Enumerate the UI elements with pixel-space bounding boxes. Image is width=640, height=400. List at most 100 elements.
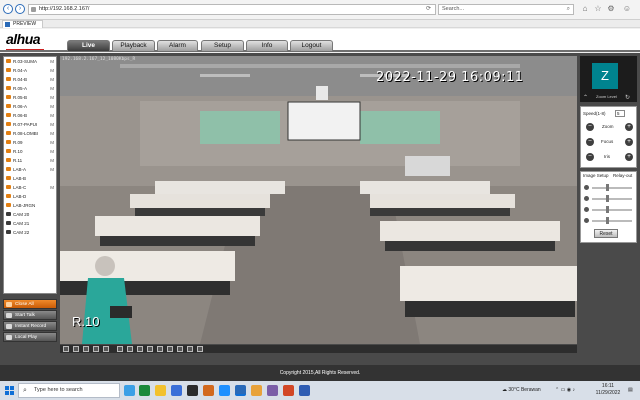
camera-list-item[interactable]: R.08-LOMBI M	[4, 129, 56, 138]
camera-list-item[interactable]: R.06-A M	[4, 102, 56, 111]
task-view-icon[interactable]	[124, 385, 135, 396]
slider-track[interactable]	[592, 220, 632, 222]
weather-widget[interactable]: ☁ 30°C Berawan	[502, 384, 541, 396]
camera-list-item[interactable]: R.09 M	[4, 138, 56, 147]
chrome-icon[interactable]	[251, 385, 262, 396]
favorites-icon[interactable]: ☆	[593, 4, 603, 14]
camera-list-item[interactable]: R.04-B M	[4, 75, 56, 84]
contrast-slider[interactable]	[583, 195, 636, 203]
smiley-icon[interactable]: ☺	[622, 4, 632, 14]
zoom-out-button[interactable]: −	[586, 123, 594, 131]
camera-list-item[interactable]: LAB-B	[4, 174, 56, 183]
mail-icon[interactable]	[187, 385, 198, 396]
layout-9-icon[interactable]	[93, 346, 99, 352]
tray-icons[interactable]: ⌃ ▭ ◉ ♪	[555, 384, 575, 396]
powerpoint-icon[interactable]	[283, 385, 294, 396]
app-icon[interactable]	[203, 385, 214, 396]
store-icon[interactable]	[171, 385, 182, 396]
back-button[interactable]: ‹	[3, 4, 13, 14]
layout-25-icon[interactable]	[147, 346, 153, 352]
zoom-icon[interactable]	[197, 346, 203, 352]
refresh-view-icon[interactable]: ↻	[625, 94, 630, 101]
refresh-icon[interactable]: ⟳	[426, 5, 431, 14]
slider-track[interactable]	[592, 198, 632, 200]
video-feed[interactable]: 192.168.2.167_12_1080Kbps_R 2022-11-29 1…	[60, 56, 577, 344]
chevron-up-icon[interactable]: ⌃	[583, 94, 588, 101]
hue-slider[interactable]	[583, 217, 636, 225]
camera-list-item[interactable]: R.07-PAPUI M	[4, 120, 56, 129]
address-bar[interactable]: http://192.168.2.167/ ⟳	[28, 4, 436, 15]
instant-record-button[interactable]: Instant Record	[3, 321, 57, 331]
layout-8-icon[interactable]	[117, 346, 123, 352]
layout-6-icon[interactable]	[127, 346, 133, 352]
ie-active-icon[interactable]	[235, 385, 246, 396]
camera-list-item[interactable]: LAB-C M	[4, 183, 56, 192]
tab-live[interactable]: Live	[67, 40, 110, 51]
camera-list-item[interactable]: CAM 22	[4, 228, 56, 237]
camera-list-item[interactable]: R.11 M	[4, 156, 56, 165]
word-icon[interactable]	[299, 385, 310, 396]
saturation-slider[interactable]	[583, 206, 636, 214]
camera-list-item[interactable]: R.04-A M	[4, 66, 56, 75]
tab-logout[interactable]: Logout	[290, 40, 333, 51]
camera-list-item[interactable]: R.10 M	[4, 147, 56, 156]
audio-icon[interactable]	[187, 346, 193, 352]
camera-icon	[6, 149, 11, 153]
zoom-in-button[interactable]: +	[625, 123, 633, 131]
fullscreen-icon[interactable]	[83, 346, 89, 352]
ie-icon[interactable]	[219, 385, 230, 396]
gear-icon[interactable]: ⚙	[606, 4, 616, 14]
reset-button[interactable]: Reset	[594, 229, 618, 238]
local-play-button[interactable]: Local Play	[3, 332, 57, 342]
layout-16-icon[interactable]	[103, 346, 109, 352]
relay-out-link[interactable]: Relay-out	[613, 173, 632, 178]
edge-icon[interactable]	[139, 385, 150, 396]
search-input[interactable]: Search... ⌕	[438, 4, 574, 15]
camera-list-item[interactable]: LAB-JRGN	[4, 201, 56, 210]
tab-preview[interactable]: PREVIEW	[2, 20, 44, 28]
camera-list-item[interactable]: R.06-B M	[4, 111, 56, 120]
camera-list-item[interactable]: CAM 21	[4, 219, 56, 228]
home-icon[interactable]: ⌂	[580, 4, 590, 14]
layout-4-icon[interactable]	[73, 346, 79, 352]
camera-list-item[interactable]: R.05-B M	[4, 93, 56, 102]
search-icon[interactable]: ⌕	[567, 5, 570, 14]
avatar[interactable]: Z	[592, 63, 618, 89]
system-clock[interactable]: 16:11 11/29/2022	[593, 383, 623, 397]
layout-13-icon[interactable]	[137, 346, 143, 352]
slider-knob[interactable]	[606, 184, 609, 191]
start-talk-button[interactable]: Start Talk	[3, 310, 57, 320]
focus-in-button[interactable]: +	[625, 138, 633, 146]
camera-list-item[interactable]: LAB-D	[4, 192, 56, 201]
file-explorer-icon[interactable]	[155, 385, 166, 396]
slider-knob[interactable]	[606, 195, 609, 202]
teams-icon[interactable]	[267, 385, 278, 396]
iris-close-button[interactable]: −	[586, 153, 594, 161]
layout-36-icon[interactable]	[157, 346, 163, 352]
camera-list[interactable]: R.03-SUMA M R.04-A M R.04-B M R.05-A M R.05-B M R.…	[3, 56, 57, 294]
slider-knob[interactable]	[606, 217, 609, 224]
camera-list-item[interactable]: LAB-A M	[4, 165, 56, 174]
iris-open-button[interactable]: +	[625, 153, 633, 161]
slider-track[interactable]	[592, 209, 632, 211]
taskbar-search[interactable]: ⌕ Type here to search	[18, 383, 120, 398]
slider-track[interactable]	[592, 187, 632, 189]
notification-icon[interactable]: ▤	[628, 384, 633, 396]
record-toggle-icon[interactable]	[177, 346, 183, 352]
forward-button[interactable]: ›	[15, 4, 25, 14]
tab-playback[interactable]: Playback	[112, 40, 155, 51]
snapshot-icon[interactable]	[167, 346, 173, 352]
camera-list-item[interactable]: R.05-A M	[4, 84, 56, 93]
layout-1-icon[interactable]	[63, 346, 69, 352]
tab-info[interactable]: Info	[246, 40, 288, 51]
start-button[interactable]	[5, 386, 14, 395]
camera-list-item[interactable]: CAM 20	[4, 210, 56, 219]
tab-alarm[interactable]: Alarm	[157, 40, 198, 51]
tab-setup[interactable]: Setup	[201, 40, 244, 51]
slider-knob[interactable]	[606, 206, 609, 213]
brightness-slider[interactable]	[583, 184, 636, 192]
focus-out-button[interactable]: −	[586, 138, 594, 146]
close-all-button[interactable]: Close All	[3, 299, 57, 309]
camera-list-item[interactable]: R.03-SUMA M	[4, 57, 56, 66]
speed-select[interactable]: 5	[615, 110, 625, 117]
